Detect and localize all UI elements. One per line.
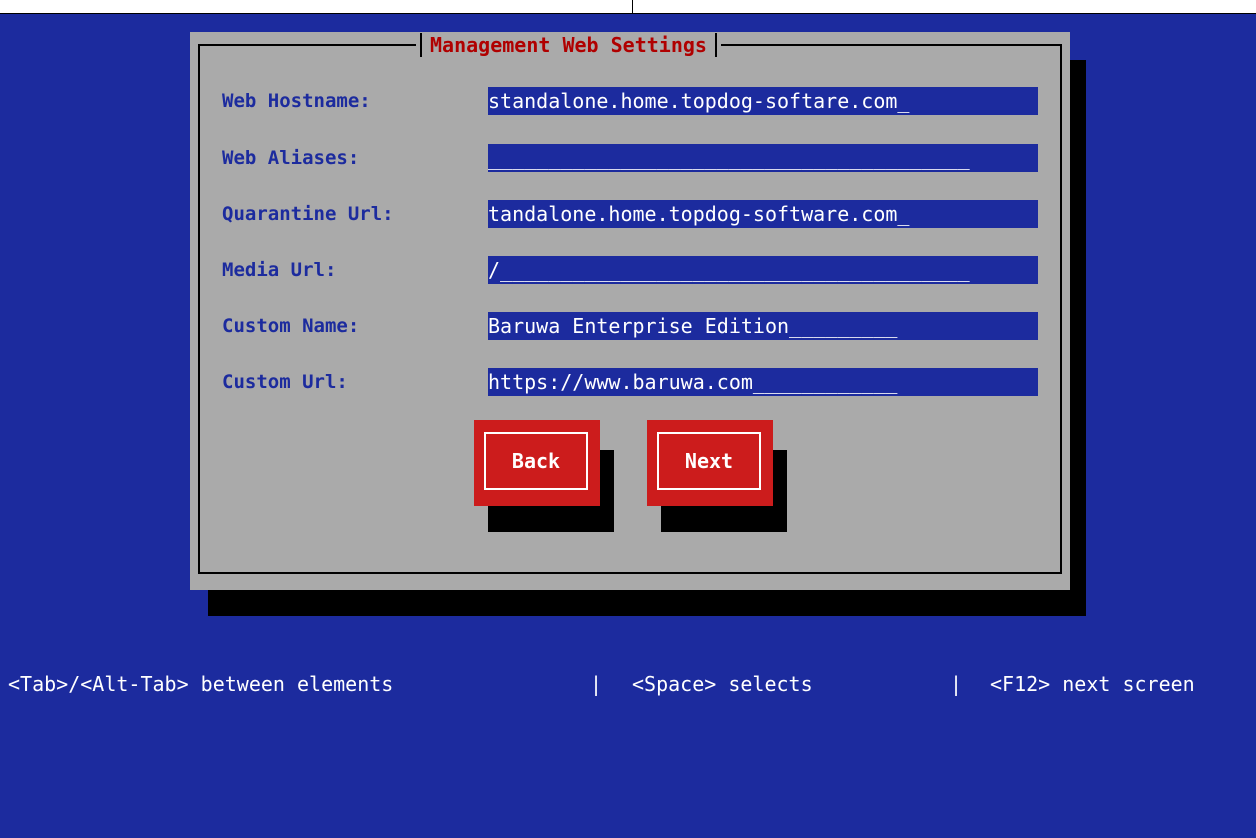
media-url-input[interactable]: /_______________________________________	[488, 256, 1038, 284]
back-button[interactable]: Back	[474, 420, 600, 506]
media-url-label: Media Url:	[222, 259, 337, 281]
custom-url-label: Custom Url:	[222, 371, 348, 393]
custom-url-input[interactable]: https://www.baruwa.com____________	[488, 368, 1038, 396]
web-aliases-label: Web Aliases:	[222, 147, 360, 169]
help-separator-2: |	[950, 672, 963, 696]
help-tab-text: <Tab>/<Alt-Tab> between elements	[8, 672, 394, 696]
web-hostname-label: Web Hostname:	[222, 90, 371, 112]
help-space-text: <Space> selects	[632, 672, 813, 696]
next-button-label: Next	[657, 432, 761, 490]
quarantine-url-input[interactable]: tandalone.home.topdog-software.com_	[488, 200, 1038, 228]
back-button-label: Back	[484, 432, 588, 490]
management-web-settings-dialog: Management Web Settings Web Hostname: st…	[190, 32, 1070, 590]
dialog-title: Management Web Settings	[416, 32, 721, 58]
custom-name-label: Custom Name:	[222, 315, 360, 337]
top-window-strip	[0, 0, 1256, 14]
top-strip-divider	[632, 0, 633, 14]
quarantine-url-label: Quarantine Url:	[222, 203, 394, 225]
help-f12-text: <F12> next screen	[990, 672, 1195, 696]
web-aliases-input[interactable]: ________________________________________	[488, 144, 1038, 172]
web-hostname-input[interactable]: standalone.home.topdog-softare.com_	[488, 87, 1038, 115]
next-button[interactable]: Next	[647, 420, 773, 506]
dialog-frame	[198, 44, 1062, 574]
custom-name-input[interactable]: Baruwa Enterprise Edition_________	[488, 312, 1038, 340]
help-line: <Tab>/<Alt-Tab> between elements | <Spac…	[0, 670, 1256, 698]
help-separator-1: |	[590, 672, 603, 696]
